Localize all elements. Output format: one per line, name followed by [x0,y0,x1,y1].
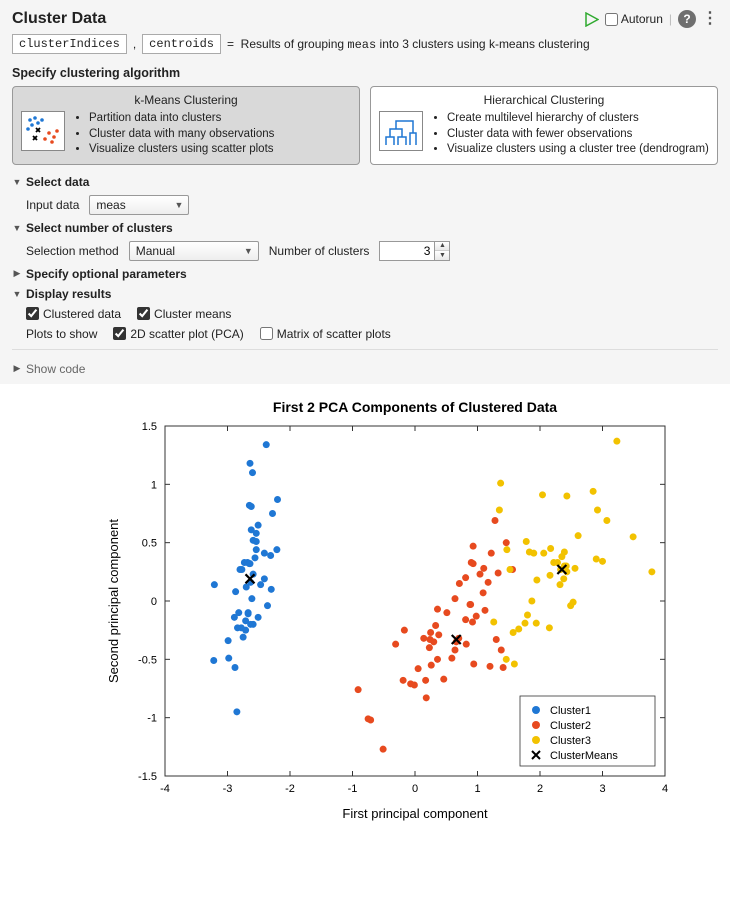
chevron-down-icon: ▼ [12,223,22,233]
input-data-label: Input data [26,198,79,212]
task-panel: Cluster Data Autorun | ? ⋮ clusterIndice… [0,0,730,384]
algo-bullets: Partition data into clusters Cluster dat… [89,111,274,158]
chevron-right-icon: ▶ [12,363,22,374]
plots-row: Plots to show 2D scatter plot (PCA) Matr… [26,327,718,341]
input-data-select[interactable]: meas▼ [89,195,189,215]
section-optional-params[interactable]: ▶ Specify optional parameters [12,267,718,281]
num-clusters-label: Number of clusters [269,244,370,258]
chart-container: -4 -3 -2 -1 0 1 2 3 4 -1.5 -1 -0.5 0 0.5 1 1.5 First 2 P… [0,384,730,846]
header-row: Cluster Data Autorun | ? ⋮ [12,10,718,28]
svg-text:1.5: 1.5 [142,421,157,433]
header-actions: Autorun | ? ⋮ [584,10,718,28]
svg-text:ClusterMeans: ClusterMeans [550,750,618,762]
svg-text:Second principal component: Second principal component [106,518,121,682]
dendrogram-icon [379,111,423,151]
chevron-right-icon: ▶ [12,268,22,279]
svg-text:-4: -4 [160,783,170,795]
kmeans-scatter-icon [21,111,65,151]
svg-text:1: 1 [151,479,157,491]
svg-text:First 2 PCA Components of Clus: First 2 PCA Components of Clustered Data [273,399,557,415]
output-var-1[interactable]: clusterIndices [12,34,127,54]
clusters-row: Selection method Manual▼ Number of clust… [26,241,718,261]
algo-heading: Specify clustering algorithm [12,66,718,80]
plot-matrix-checkbox[interactable]: Matrix of scatter plots [260,327,391,341]
algo-card-kmeans[interactable]: k-Means Clustering Partition d [12,86,360,165]
svg-text:Cluster1: Cluster1 [550,705,591,717]
svg-text:0: 0 [412,783,418,795]
input-data-row: Input data meas▼ [26,195,718,215]
chevron-down-icon: ▼ [12,177,22,187]
svg-text:-1: -1 [147,712,157,724]
algo-card-hierarchical[interactable]: Hierarchical Clustering Create multileve… [370,86,718,165]
spinner-up-icon: ▲ [435,242,449,251]
chevron-down-icon: ▼ [12,289,22,299]
svg-text:4: 4 [662,783,668,795]
plot-2d-checkbox[interactable]: 2D scatter plot (PCA) [113,327,243,341]
svg-text:Cluster3: Cluster3 [550,735,591,747]
svg-text:0.5: 0.5 [142,537,157,549]
section-select-clusters[interactable]: ▼ Select number of clusters [12,221,718,235]
run-icon[interactable] [584,12,599,27]
section-display-results[interactable]: ▼ Display results [12,287,718,301]
output-var-2[interactable]: centroids [142,34,221,54]
section-select-data[interactable]: ▼ Select data [12,175,718,189]
scatter-chart: -4 -3 -2 -1 0 1 2 3 4 -1.5 -1 -0.5 0 0.5 1 1.5 First 2 P… [100,396,680,826]
clustered-data-checkbox[interactable]: Clustered data [26,307,121,321]
page-title: Cluster Data [12,10,106,28]
autorun-checkbox[interactable]: Autorun [605,12,663,26]
svg-text:1: 1 [474,783,480,795]
plots-label: Plots to show [26,327,97,341]
num-clusters-input[interactable] [379,241,435,261]
svg-text:Cluster2: Cluster2 [550,720,591,732]
svg-text:0: 0 [151,596,157,608]
algo-bullets: Create multilevel hierarchy of clusters … [447,111,709,158]
svg-text:-1.5: -1.5 [138,771,157,783]
svg-text:-1: -1 [348,783,358,795]
algo-title: k-Means Clustering [21,93,351,107]
algo-title: Hierarchical Clustering [379,93,709,107]
svg-text:First principal component: First principal component [342,806,488,821]
svg-text:-2: -2 [285,783,295,795]
more-options-icon[interactable]: ⋮ [702,11,718,27]
num-clusters-spinner[interactable]: ▲▼ [435,241,450,261]
svg-text:-3: -3 [223,783,233,795]
spinner-down-icon: ▼ [435,251,449,260]
svg-text:3: 3 [599,783,605,795]
selection-method-select[interactable]: Manual▼ [129,241,259,261]
outputs-row: clusterIndices , centroids = Results of … [12,34,718,54]
results-checks-row: Clustered data Cluster means [26,307,718,321]
algorithm-row: k-Means Clustering Partition d [12,86,718,165]
show-code-toggle[interactable]: ▶ Show code [12,362,718,376]
selection-method-label: Selection method [26,244,119,258]
cluster-means-checkbox[interactable]: Cluster means [137,307,231,321]
help-icon[interactable]: ? [678,10,696,28]
svg-text:2: 2 [537,783,543,795]
svg-text:-0.5: -0.5 [138,654,157,666]
autorun-label: Autorun [621,12,663,26]
outputs-text: = Results of grouping meas into 3 cluste… [227,37,590,52]
